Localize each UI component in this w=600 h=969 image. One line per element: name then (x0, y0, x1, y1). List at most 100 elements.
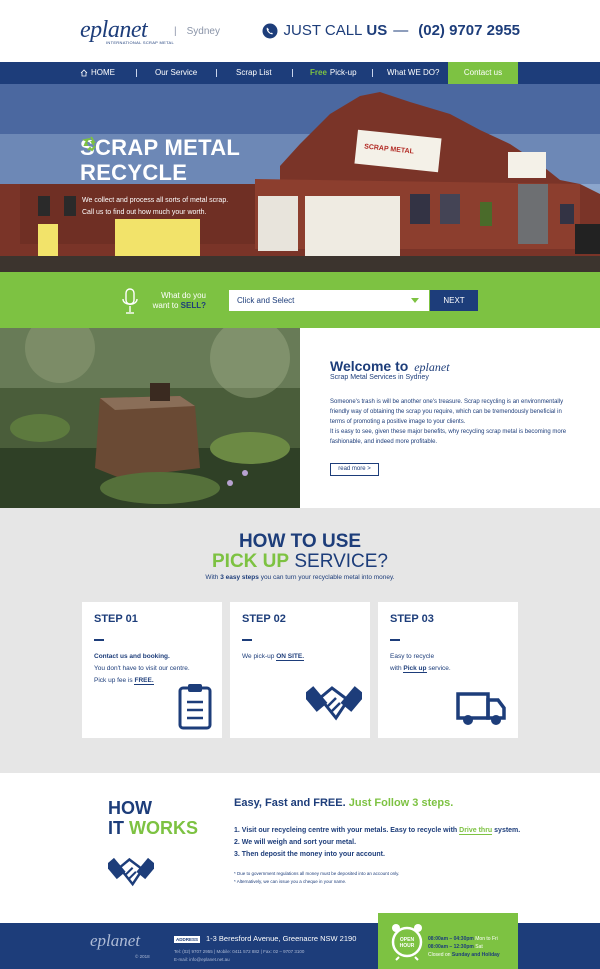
handshake-icon (306, 686, 362, 721)
footer-logo[interactable]: eplanet (90, 932, 140, 949)
logo-wordmark: eplanet (80, 17, 148, 43)
hiw-step-2: 2. We will weigh and sort your metal. (234, 839, 357, 846)
step-1-title: STEP 01 (94, 613, 138, 625)
step-2-line1-pre: We pick-up (242, 653, 275, 660)
hiw-heading-line2: IT WORKS (108, 818, 198, 838)
hiw-heading-works: WORKS (129, 818, 199, 838)
step-3-line2-post: service. (428, 665, 451, 672)
hiw-steps-list: 1. Visit our recycleing centre with your… (234, 825, 520, 861)
hero-sub-line1: We collect and process all sorts of meta… (82, 197, 229, 204)
next-button[interactable]: NEXT (430, 290, 478, 311)
hours-closed: Closed on Sunday and Holiday (428, 952, 500, 958)
hours-saturday: 08:00am – 12:30pm Sat (428, 944, 483, 950)
footer-phone-line: Tel: (02) 9707 2955 | Mobile: 0411 572 8… (174, 949, 305, 954)
step-1-line3-pre: Pick up fee is (94, 677, 133, 684)
welcome-section: Welcome to eplanet Scrap Metal Services … (300, 328, 600, 508)
step-3-line2-bold: Pick up (403, 665, 427, 673)
hiw-title-green: Just Follow 3 steps. (348, 797, 454, 809)
howto-heading-green: PICK UP (212, 551, 290, 572)
microphone-icon (122, 288, 138, 314)
call-us[interactable]: JUST CALL US — (02) 9707 2955 (262, 22, 520, 39)
hero-title: SCRAP METAL RECYCLE (80, 135, 240, 185)
step-1-line2: You don't have to visit our centre. (94, 665, 190, 672)
step-card-1: STEP 01 Contact us and booking. You don'… (82, 602, 222, 738)
step-card-3: STEP 03 Easy to recycle with Pick up ser… (378, 602, 518, 738)
nav-our-service[interactable]: Our Service (155, 62, 197, 84)
open-hours: 08:00am – 04:30pm Mon to Fri 08:00am – 1… (428, 935, 500, 959)
step-3-divider (390, 639, 400, 641)
hero-sub-line2: Call us to find out how much your worth. (82, 209, 207, 216)
hiw-note-1: * Due to government regulations all mone… (234, 871, 400, 876)
phone-number[interactable]: (02) 9707 2955 (418, 22, 520, 39)
recycle-icon (82, 136, 96, 152)
hiw-title: Easy, Fast and FREE. Just Follow 3 steps… (234, 797, 453, 809)
welcome-paragraph-2: It is easy to see, given these major ben… (330, 429, 567, 445)
nav-divider (372, 69, 373, 77)
step-3-title: STEP 03 (390, 613, 434, 625)
hiw-notes: * Due to government regulations all mone… (234, 870, 399, 886)
sell-q-line2: want to SELL? (150, 301, 206, 311)
sell-q-highlight: SELL? (180, 301, 206, 310)
open-hour-label: OPEN HOUR (399, 937, 415, 949)
call-dash: — (393, 22, 409, 39)
hero-banner: SCRAP METAL SCRAP METAL RECYCLE We colle… (0, 84, 600, 272)
howto-heading-rest: SERVICE? (294, 551, 388, 572)
hero-title-line1: SCRAP METAL (80, 135, 241, 160)
step-3-line1: Easy to recycle (390, 653, 435, 660)
step-1-line3-bold: FREE. (134, 677, 154, 685)
howto-sub-bold: 3 easy steps (220, 574, 259, 581)
nav-home[interactable]: HOME (80, 62, 115, 84)
howto-sub-pre: With (205, 574, 219, 581)
caret-down-icon (411, 298, 419, 303)
phone-icon (262, 23, 278, 38)
nav-free-label: Free (310, 68, 327, 77)
nav-divider (216, 69, 217, 77)
footer-address: 1-3 Beresford Avenue, Greenacre NSW 2190 (206, 934, 357, 943)
hero-title-line2: RECYCLE (80, 136, 240, 185)
logo-tagline: INTERNATIONAL SCRAP METAL (106, 40, 175, 45)
howto-heading-line1: HOW TO USE (238, 531, 362, 552)
hiw-step-1-pre: 1. Visit our recycleing centre with your… (234, 827, 458, 834)
scrap-type-select[interactable]: Click and Select (229, 290, 429, 311)
welcome-brand: eplanet (414, 360, 450, 374)
nav-divider (292, 69, 293, 77)
drive-thru-link[interactable]: Drive thru (459, 827, 493, 835)
site-logo[interactable]: eplanet INTERNATIONAL SCRAP METAL Sydney (80, 17, 220, 45)
hiw-title-pre: Easy, Fast and FREE. (234, 797, 346, 809)
welcome-title: Welcome to eplanet (330, 358, 450, 375)
step-2-title: STEP 02 (242, 613, 286, 625)
sell-q-want: want to (152, 301, 179, 310)
footer-email-line[interactable]: E-mail: info@eplanet.net.au (174, 956, 304, 964)
address-tag: ADDRESS (174, 936, 201, 943)
nav-pickup-label: Pick-up (329, 68, 357, 77)
sell-question: What do you want to SELL? (150, 291, 206, 311)
open-hours-box: OPEN HOUR 08:00am – 04:30pm Mon to Fri 0… (378, 913, 518, 969)
stump-photo (0, 328, 300, 508)
select-value: Click and Select (237, 296, 295, 305)
hiw-step-3: 3. Then deposit the money into your acco… (234, 851, 385, 858)
nav-scrap-list[interactable]: Scrap List (236, 62, 272, 84)
hiw-step-1: 1. Visit our recycleing centre with your… (234, 825, 520, 837)
nav-free-pickup[interactable]: Free Pick-up (310, 62, 357, 84)
hiw-note-2: * Alternatively, we can issue you a cheq… (234, 879, 347, 884)
step-card-2: STEP 02 We pick-up ON SITE. (230, 602, 370, 738)
hiw-heading-it: IT (108, 818, 124, 838)
welcome-text: Someone's trash is will be another one's… (330, 397, 575, 447)
read-more-button[interactable]: read more > (330, 463, 379, 476)
nav-divider (136, 69, 137, 77)
nav-contact-us[interactable]: Contact us (448, 62, 518, 84)
hero-subtitle: We collect and process all sorts of meta… (82, 195, 252, 219)
nav-what-we-do[interactable]: What WE DO? (387, 62, 439, 84)
hiw-heading-line1: HOW (108, 798, 152, 818)
welcome-photo (0, 328, 300, 508)
welcome-subtitle: Scrap Metal Services in Sydney (330, 374, 429, 381)
footer-contact: Tel: (02) 9707 2955 | Mobile: 0411 572 8… (174, 948, 304, 964)
handshake-icon (108, 857, 154, 887)
hours-weekday: 08:00am – 04:30pm Mon to Fri (428, 936, 498, 942)
welcome-title-text: Welcome to (330, 358, 409, 374)
nav-home-label: HOME (91, 68, 115, 77)
call-prefix: JUST CALL (283, 22, 363, 39)
sell-q-line1: What do you (161, 291, 206, 300)
step-1-divider (94, 639, 104, 641)
contact-label: Contact us (463, 68, 503, 77)
